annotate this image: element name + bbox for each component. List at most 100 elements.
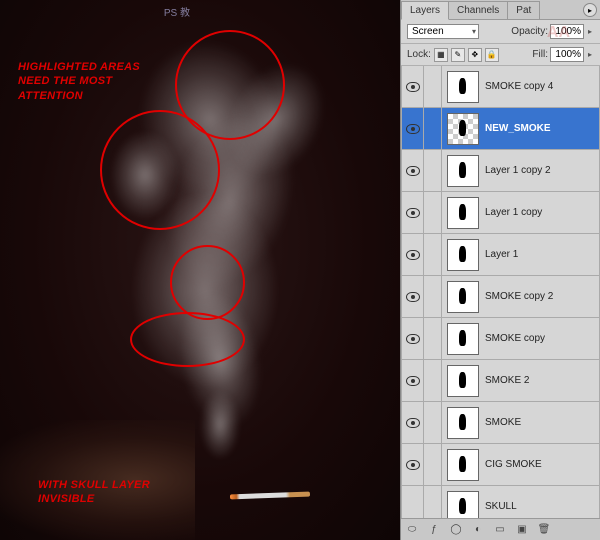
- panel-tabs: Layers Channels Pat: [401, 0, 600, 20]
- highlight-circle: [100, 110, 220, 230]
- layer-thumbnail[interactable]: [447, 407, 479, 439]
- blend-mode-value: Screen: [412, 26, 444, 37]
- layer-visibility-toggle[interactable]: [402, 192, 424, 233]
- layer-row[interactable]: SMOKE copy 2: [401, 276, 600, 318]
- layer-row[interactable]: Layer 1 copy 2: [401, 150, 600, 192]
- layer-mask-icon[interactable]: ◯: [449, 523, 463, 537]
- layer-link-col[interactable]: [424, 234, 442, 275]
- layer-link-col[interactable]: [424, 360, 442, 401]
- layer-row[interactable]: Layer 1: [401, 234, 600, 276]
- layer-thumbnail[interactable]: [447, 491, 479, 519]
- layer-name-label[interactable]: Layer 1 copy: [483, 207, 542, 218]
- watermark-overlay: AA: [547, 24, 570, 42]
- layer-visibility-toggle[interactable]: [402, 234, 424, 275]
- eye-icon: [406, 82, 420, 92]
- lock-move-icon[interactable]: ✥: [468, 48, 482, 62]
- layer-thumbnail[interactable]: [447, 365, 479, 397]
- layer-name-label[interactable]: Layer 1 copy 2: [483, 165, 551, 176]
- layer-row[interactable]: SMOKE copy: [401, 318, 600, 360]
- tab-layers[interactable]: Layers: [401, 1, 449, 20]
- layer-name-label[interactable]: SKULL: [483, 501, 517, 512]
- lock-fill-row: Lock: ▦ ✎ ✥ 🔒 Fill: 100% ▸: [401, 44, 600, 66]
- adjustment-layer-icon[interactable]: ◐: [471, 523, 485, 537]
- opacity-label: Opacity:: [511, 26, 548, 37]
- opacity-chevron-icon[interactable]: ▸: [586, 27, 594, 36]
- watermark-top: PS 教: [164, 4, 190, 19]
- layer-visibility-toggle[interactable]: [402, 108, 424, 149]
- layer-row[interactable]: SMOKE 2: [401, 360, 600, 402]
- layer-thumbnail[interactable]: [447, 449, 479, 481]
- layer-visibility-toggle[interactable]: [402, 402, 424, 443]
- layer-row[interactable]: Layer 1 copy: [401, 192, 600, 234]
- layer-row[interactable]: CIG SMOKE: [401, 444, 600, 486]
- layer-group-icon[interactable]: ▭: [493, 523, 507, 537]
- layer-visibility-toggle[interactable]: [402, 276, 424, 317]
- link-layers-icon[interactable]: ⬭: [405, 523, 419, 537]
- eye-icon: [406, 334, 420, 344]
- layer-name-label[interactable]: SMOKE 2: [483, 375, 529, 386]
- layer-name-label[interactable]: SMOKE copy 2: [483, 291, 553, 302]
- layer-row[interactable]: NEW_SMOKE: [401, 108, 600, 150]
- lock-transparency-icon[interactable]: ▦: [434, 48, 448, 62]
- eye-icon: [406, 460, 420, 470]
- layer-visibility-toggle[interactable]: [402, 444, 424, 485]
- layer-link-col[interactable]: [424, 444, 442, 485]
- eye-icon: [406, 166, 420, 176]
- layer-thumbnail[interactable]: [447, 239, 479, 271]
- layer-name-label[interactable]: SMOKE copy 4: [483, 81, 553, 92]
- layer-link-col[interactable]: [424, 150, 442, 191]
- layer-row[interactable]: SKULL: [401, 486, 600, 518]
- highlight-circle: [130, 312, 245, 367]
- layer-thumbnail[interactable]: [447, 323, 479, 355]
- layer-row[interactable]: SMOKE copy 4: [401, 66, 600, 108]
- layer-name-label[interactable]: Layer 1: [483, 249, 518, 260]
- fill-label: Fill:: [532, 49, 548, 60]
- layer-visibility-toggle[interactable]: [402, 318, 424, 359]
- panel-status-bar: ⬭ ƒ ◯ ◐ ▭ ▣ 🗑: [401, 518, 600, 540]
- eye-icon: [406, 292, 420, 302]
- fill-input[interactable]: 100%: [550, 47, 584, 62]
- layer-visibility-toggle[interactable]: [402, 66, 424, 107]
- layer-visibility-toggle[interactable]: [402, 150, 424, 191]
- eye-icon: [406, 208, 420, 218]
- layer-link-col[interactable]: [424, 276, 442, 317]
- layer-thumbnail[interactable]: [447, 155, 479, 187]
- fill-chevron-icon[interactable]: ▸: [586, 50, 594, 59]
- eye-icon: [406, 418, 420, 428]
- highlight-circle: [170, 245, 245, 320]
- document-canvas[interactable]: HIGHLIGHTED AREAS NEED THE MOST ATTENTIO…: [0, 0, 400, 540]
- layers-list[interactable]: SMOKE copy 4 NEW_SMOKE Layer 1 copy 2 Layer…: [401, 66, 600, 518]
- layer-name-label[interactable]: NEW_SMOKE: [483, 123, 551, 134]
- layer-name-label[interactable]: CIG SMOKE: [483, 459, 542, 470]
- layer-link-col[interactable]: [424, 402, 442, 443]
- tab-channels[interactable]: Channels: [448, 1, 508, 19]
- layer-name-label[interactable]: SMOKE: [483, 417, 521, 428]
- layer-link-col[interactable]: [424, 66, 442, 107]
- eye-icon: [406, 376, 420, 386]
- layer-name-label[interactable]: SMOKE copy: [483, 333, 545, 344]
- layer-visibility-toggle[interactable]: [402, 486, 424, 518]
- cigarette: [230, 492, 310, 500]
- layer-link-col[interactable]: [424, 108, 442, 149]
- layer-link-col[interactable]: [424, 486, 442, 518]
- layer-thumbnail[interactable]: [447, 113, 479, 145]
- blend-mode-select[interactable]: Screen: [407, 24, 479, 39]
- lock-brush-icon[interactable]: ✎: [451, 48, 465, 62]
- layer-thumbnail[interactable]: [447, 197, 479, 229]
- new-layer-icon[interactable]: ▣: [515, 523, 529, 537]
- tab-paths[interactable]: Pat: [507, 1, 540, 19]
- annotation-text-bottom: WITH SKULL LAYER INVISIBLE: [38, 478, 168, 507]
- layer-link-col[interactable]: [424, 192, 442, 233]
- layer-style-icon[interactable]: ƒ: [427, 523, 441, 537]
- delete-layer-icon[interactable]: 🗑: [537, 523, 551, 537]
- lock-all-icon[interactable]: 🔒: [485, 48, 499, 62]
- layer-link-col[interactable]: [424, 318, 442, 359]
- annotation-text-top: HIGHLIGHTED AREAS NEED THE MOST ATTENTIO…: [18, 60, 148, 103]
- layer-thumbnail[interactable]: [447, 71, 479, 103]
- layers-panel: ▸ AA Layers Channels Pat Screen Opacity:…: [400, 0, 600, 540]
- layer-thumbnail[interactable]: [447, 281, 479, 313]
- eye-icon: [406, 124, 420, 134]
- panel-menu-button[interactable]: ▸: [583, 3, 597, 17]
- layer-row[interactable]: SMOKE: [401, 402, 600, 444]
- layer-visibility-toggle[interactable]: [402, 360, 424, 401]
